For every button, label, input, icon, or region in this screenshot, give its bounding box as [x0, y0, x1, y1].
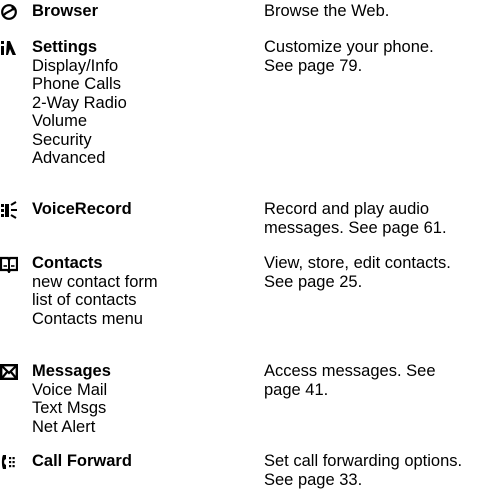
browser-icon [0, 3, 20, 21]
voicerecord-icon [0, 201, 20, 219]
menu-desc-contacts: View, store, edit contacts. See page 25. [264, 254, 451, 291]
submenu-net-alert: Net Alert [32, 417, 96, 436]
menu-title-voicerecord: VoiceRecord [32, 200, 132, 218]
menu-desc-call-forward: Set call forwarding options. See page 33… [264, 452, 463, 489]
menu-desc-voicerecord: Record and play audio messages. See page… [264, 200, 447, 237]
submenu-list-of-contacts: list of contacts [32, 291, 137, 309]
settings-icon [0, 39, 20, 57]
menu-desc-settings: Customize your phone. See page 79. [264, 38, 434, 75]
submenu-voice-mail: Voice Mail [32, 380, 108, 399]
submenu-security: Security [32, 130, 92, 149]
menu-title-settings: Settings [32, 38, 98, 56]
submenu-new-contact-form: new contact form [32, 272, 158, 291]
submenu-volume: Volume [32, 112, 88, 130]
submenu-2-way-radio: 2-Way Radio [32, 93, 127, 112]
submenu-display-info: Display/Info [32, 56, 119, 75]
menu-desc-browser: Browse the Web. [264, 2, 390, 20]
submenu-text-msgs: Text Msgs [32, 399, 107, 417]
menu-desc-messages: Access messages. See page 41. [264, 362, 436, 399]
menu-title-contacts: Contacts [32, 254, 103, 272]
menu-title-browser: Browser [32, 2, 99, 20]
menu-title-messages: Messages [32, 362, 111, 380]
submenu-phone-calls: Phone Calls [32, 75, 121, 93]
menu-title-call-forward: Call Forward [32, 452, 132, 470]
submenu-contacts-menu: Contacts menu [32, 309, 143, 328]
call-forward-icon [0, 453, 20, 471]
contacts-icon [0, 255, 20, 273]
submenu-advanced: Advanced [32, 149, 106, 167]
messages-icon [0, 363, 20, 381]
